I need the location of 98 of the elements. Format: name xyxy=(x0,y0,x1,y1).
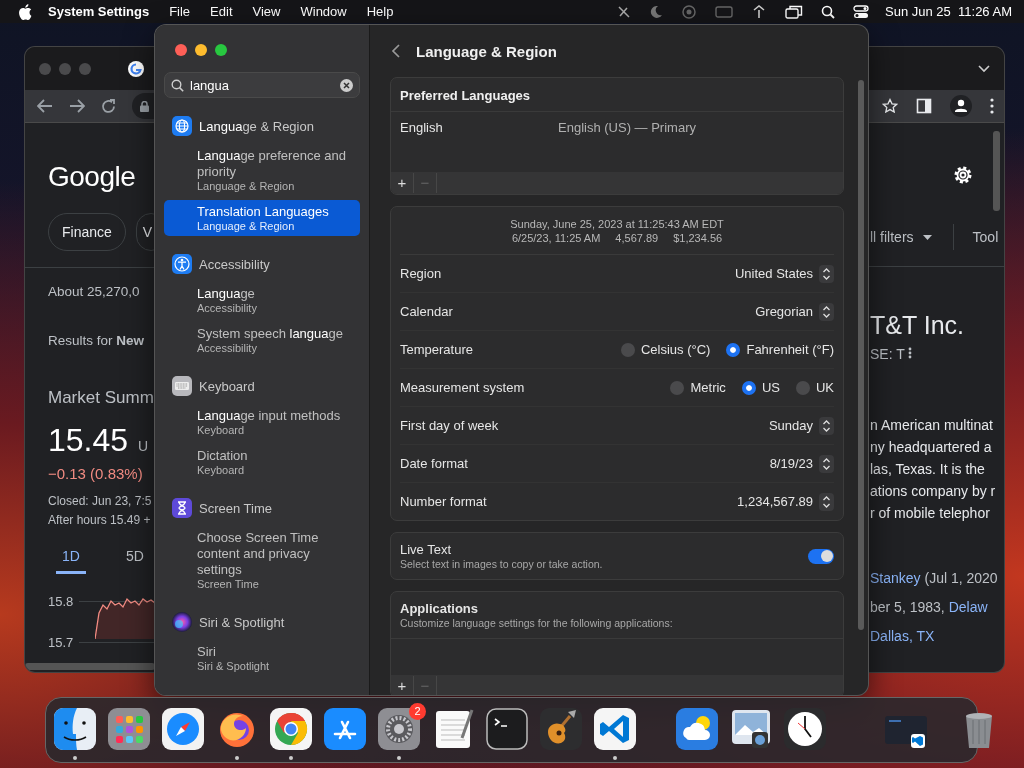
radio-label[interactable]: US xyxy=(761,380,780,395)
link[interactable]: Delaw xyxy=(948,599,988,615)
setting-label: Date format xyxy=(400,456,468,471)
setting-title: Live Text xyxy=(400,542,453,557)
radio-label[interactable]: Metric xyxy=(690,380,726,395)
app-menu[interactable]: System Settings xyxy=(32,4,160,19)
page-title: Language & Region xyxy=(416,42,557,60)
fact-text: ber 5, 1983, xyxy=(870,599,945,615)
result-title: Translation Languages xyxy=(197,204,330,220)
category-title[interactable]: Language & Region xyxy=(199,118,314,134)
add-button[interactable]: + xyxy=(391,173,414,193)
popup-button[interactable]: Sunday xyxy=(768,418,813,433)
category-title[interactable]: Accessibility xyxy=(199,256,270,272)
section-heading: Preferred Languages xyxy=(391,78,843,112)
setting-label: First day of week xyxy=(400,418,499,433)
range-tab[interactable]: 1D xyxy=(56,547,86,574)
description-line: las, Texas. It is the xyxy=(870,460,986,479)
range-tab[interactable]: 5D xyxy=(119,547,150,574)
result-title: Siri xyxy=(197,644,217,660)
description-line: ny headquartered a xyxy=(870,438,993,457)
popup-button[interactable]: Gregorian xyxy=(755,304,813,319)
date-preview: Sunday, June 25, 2023 at 11:25:43 AM EDT xyxy=(509,217,725,231)
search-result[interactable]: Dictation Keyboard xyxy=(164,444,360,480)
result-title: System speech language xyxy=(197,326,344,342)
link[interactable]: Stankey xyxy=(870,570,921,586)
language-name[interactable]: English xyxy=(400,120,558,164)
format-preview: 4,567.89 xyxy=(615,231,659,245)
description-line: n American multinat xyxy=(870,416,994,435)
menu-bar-clock[interactable]: 11:26 AM xyxy=(958,4,1012,19)
popup-button[interactable]: 8/19/23 xyxy=(769,456,813,471)
setting-label: Temperature xyxy=(400,342,473,357)
link[interactable]: Dallas, TX xyxy=(870,628,935,644)
notification-badge: 2 xyxy=(409,703,426,720)
google-logo[interactable]: Google xyxy=(48,161,155,193)
search-result[interactable]: Language preference and priority Language & Region xyxy=(164,144,360,196)
result-subtitle: Siri & Spotlight xyxy=(197,660,271,673)
setting-label: Measurement system xyxy=(400,380,525,395)
result-subtitle: Language & Region xyxy=(197,180,296,193)
result-title: Dictation xyxy=(197,448,249,464)
after-hours-price: After hours 15.49 + xyxy=(48,513,152,527)
menu-item[interactable]: Help xyxy=(356,4,404,19)
section-description: Customize language settings for the following applications: xyxy=(400,617,674,629)
setting-description: Select text in images to copy or take action. xyxy=(400,558,603,570)
price-change: −0.13 (0.83%) xyxy=(48,465,144,482)
axis-tick-label: 15.8 xyxy=(48,594,74,609)
category-title[interactable]: Screen Time xyxy=(199,500,272,516)
results-for-text: Results for New xyxy=(48,333,146,348)
radio-label[interactable]: Fahrenheit (°F) xyxy=(746,342,834,357)
result-subtitle: Accessibility xyxy=(197,302,258,315)
stock-price: 15.45 xyxy=(48,422,129,459)
search-result[interactable]: Language input methods Keyboard xyxy=(164,404,360,440)
radio-label[interactable]: UK xyxy=(815,380,834,395)
result-subtitle: Language & Region xyxy=(197,220,296,233)
search-result[interactable]: System speech language Accessibility xyxy=(164,322,360,358)
menu-item[interactable]: Edit xyxy=(200,4,243,19)
section-heading: Applications xyxy=(400,601,479,616)
tools-button[interactable]: Tool xyxy=(972,229,999,245)
language-detail: English (US) — Primary xyxy=(558,120,696,137)
setting-label: Number format xyxy=(400,494,487,509)
menu-item[interactable]: View xyxy=(242,4,291,19)
currency-label: U xyxy=(138,438,149,454)
format-preview: $1,234.56 xyxy=(673,231,723,245)
result-title: Language xyxy=(197,286,256,302)
setting-label: Calendar xyxy=(400,304,453,319)
category-title[interactable]: Siri & Spotlight xyxy=(199,614,285,630)
result-title: Language input methods xyxy=(197,408,342,424)
menu-bar-date[interactable]: Sun Jun 25 xyxy=(885,4,951,19)
add-button[interactable]: + xyxy=(391,676,414,695)
company-name: T&T Inc. xyxy=(870,311,965,340)
format-preview: 6/25/23, 11:25 AM xyxy=(511,231,601,245)
result-subtitle: Keyboard xyxy=(197,464,246,477)
market-summary-title: Market Summ xyxy=(48,388,155,408)
menu-item[interactable]: Window xyxy=(290,4,357,19)
popup-button[interactable]: United States xyxy=(734,266,813,281)
setting-label: Region xyxy=(400,266,442,281)
result-subtitle: Screen Time xyxy=(197,578,260,591)
radio-label[interactable]: Celsius (°C) xyxy=(640,342,711,357)
result-count: About 25,270,0 xyxy=(48,284,141,299)
search-input[interactable]: langua xyxy=(190,77,334,93)
result-title: Language preference and priority xyxy=(197,148,347,180)
result-subtitle: Accessibility xyxy=(197,342,258,355)
closed-time: Closed: Jun 23, 7:5 xyxy=(48,494,153,508)
search-result[interactable]: Language Accessibility xyxy=(164,282,360,318)
popup-button[interactable]: 1,234,567.89 xyxy=(737,494,813,509)
menu-item[interactable]: File xyxy=(159,4,201,19)
all-filters-button[interactable]: ll filters xyxy=(870,229,914,245)
category-title[interactable]: Keyboard xyxy=(199,378,255,394)
axis-tick-label: 15.7 xyxy=(48,635,74,650)
description-line: r of mobile telephor xyxy=(870,504,991,523)
search-field[interactable]: langua xyxy=(164,72,360,98)
search-result[interactable]: Translation Languages Language & Region xyxy=(164,200,360,236)
search-result[interactable]: Siri Siri & Spotlight xyxy=(164,640,360,676)
result-subtitle: Keyboard xyxy=(197,424,246,437)
ticker-label: SE: T xyxy=(870,346,905,362)
result-title: Choose Screen Time content and privacy settings xyxy=(197,530,320,578)
search-result[interactable]: Choose Screen Time content and privacy settings Screen Time xyxy=(164,526,360,594)
fact-text: (Jul 1, 2020 xyxy=(924,570,998,586)
description-line: ations company by r xyxy=(870,482,997,501)
